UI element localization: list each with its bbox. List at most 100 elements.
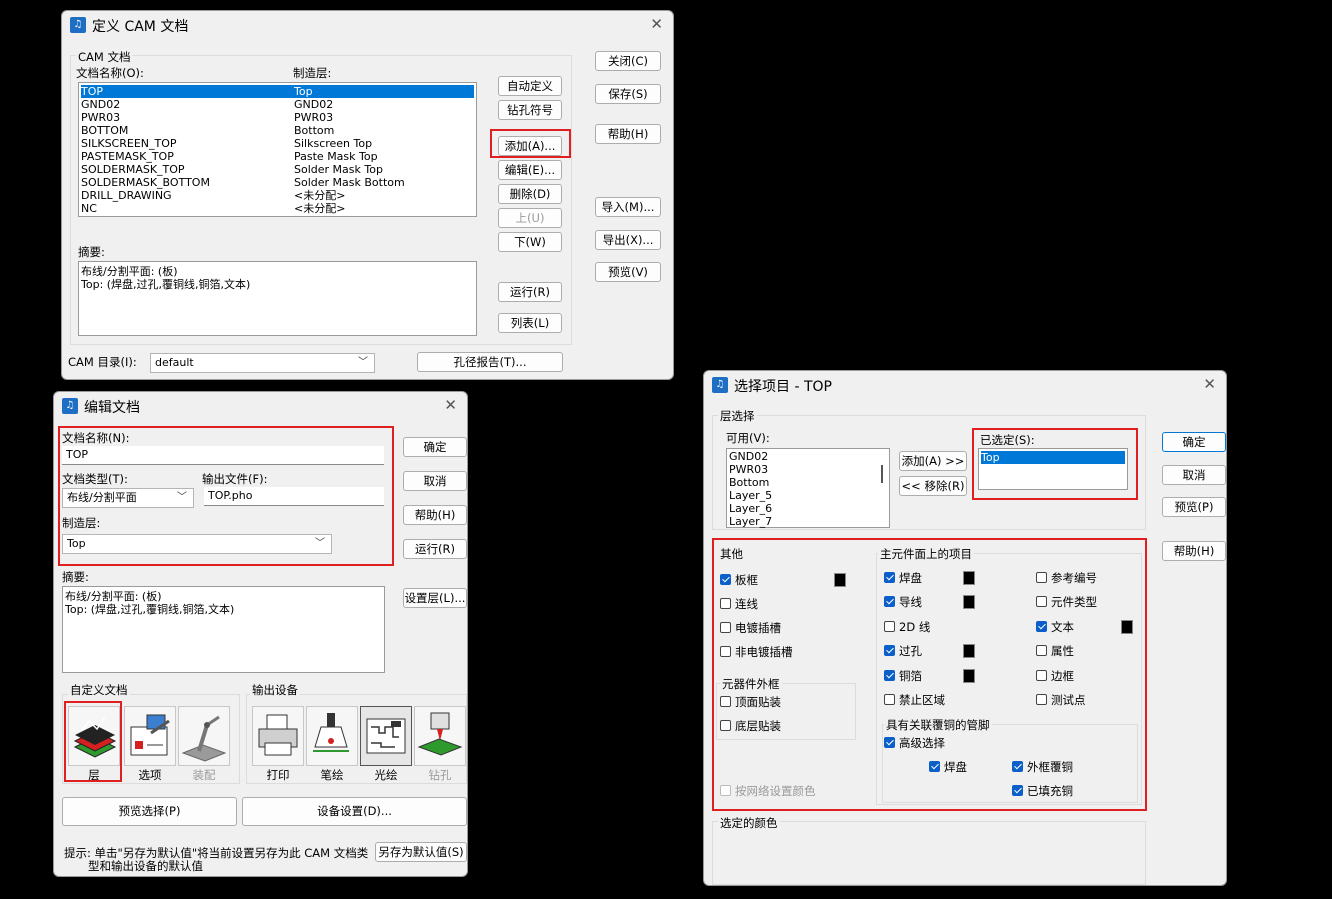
- document-layer: Solder Mask Bottom: [294, 176, 405, 189]
- run-button[interactable]: 运行(R): [403, 539, 467, 559]
- define-cam-document-dialog: ♫ 定义 CAM 文档 ✕ CAM 文档 文档名称(O): 制造层: TOP To…: [61, 10, 674, 380]
- pen-plot-tool[interactable]: [306, 706, 358, 766]
- pen-plotter-icon: [313, 713, 349, 752]
- cam-directory-select[interactable]: default ﹀: [150, 353, 375, 373]
- summary-line: 布线/分割平面: (板): [81, 265, 178, 278]
- document-layer: PWR03: [294, 111, 334, 124]
- edit-button[interactable]: 编辑(E)...: [498, 160, 562, 180]
- available-layer-item[interactable]: Layer_5: [729, 489, 875, 502]
- ok-button[interactable]: 确定: [403, 437, 467, 457]
- run-button[interactable]: 运行(R): [498, 282, 562, 302]
- document-row[interactable]: SOLDERMASK_TOP Solder Mask Top: [81, 163, 474, 176]
- document-name: BOTTOM: [81, 124, 129, 137]
- document-name: NC: [81, 202, 97, 215]
- highlight-layer-tool: [64, 701, 122, 782]
- window-title: 定义 CAM 文档: [92, 19, 189, 35]
- document-layer: Solder Mask Top: [294, 163, 383, 176]
- document-layer: <未分配>: [294, 189, 346, 202]
- document-row[interactable]: SILKSCREEN_TOP Silkscreen Top: [81, 137, 474, 150]
- document-row[interactable]: PWR03 PWR03: [81, 111, 474, 124]
- save-as-default-button[interactable]: 另存为默认值(S): [375, 842, 467, 862]
- assembly-icon: [181, 715, 227, 762]
- drill-symbol-button[interactable]: 钻孔符号: [498, 100, 562, 120]
- document-layer: <未分配>: [294, 202, 346, 215]
- save-button[interactable]: 保存(S): [595, 84, 661, 104]
- ok-button[interactable]: 确定: [1162, 432, 1226, 452]
- remove-layer-button[interactable]: << 移除(R): [899, 476, 967, 496]
- document-row[interactable]: SOLDERMASK_BOTTOM Solder Mask Bottom: [81, 176, 474, 189]
- device-setup-button[interactable]: 设备设置(D)...: [242, 797, 467, 826]
- auto-define-button[interactable]: 自动定义: [498, 76, 562, 96]
- available-layer-item[interactable]: PWR03: [729, 463, 875, 476]
- help-button[interactable]: 帮助(H): [403, 505, 467, 525]
- cam-directory-label: CAM 目录(I):: [68, 355, 137, 369]
- set-layer-button[interactable]: 设置层(L)...: [403, 588, 467, 608]
- available-layer-item[interactable]: GND02: [729, 450, 875, 463]
- summary-box: 布线/分割平面: (板) Top: (焊盘,过孔,覆铜线,铜箔,文本): [78, 261, 477, 336]
- list-button[interactable]: 列表(L): [498, 313, 562, 333]
- document-row[interactable]: BOTTOM Bottom: [81, 124, 474, 137]
- photo-plot-tool[interactable]: [360, 706, 412, 766]
- summary-box: 布线/分割平面: (板) Top: (焊盘,过孔,覆铜线,铜箔,文本): [62, 586, 385, 673]
- export-button[interactable]: 导出(X)...: [595, 230, 661, 250]
- document-name: SOLDERMASK_TOP: [81, 163, 185, 176]
- select-items-dialog: ♫ 选择项目 - TOP ✕ 层选择 可用(V): GND02 PWR03 Bott…: [703, 370, 1227, 886]
- document-layer: Bottom: [294, 124, 335, 137]
- document-row[interactable]: TOP Top: [81, 85, 474, 98]
- scrollbar[interactable]: [881, 465, 883, 483]
- hole-report-button[interactable]: 孔径报告(T)...: [417, 352, 563, 372]
- document-row[interactable]: NC <未分配>: [81, 202, 474, 215]
- available-layer-item[interactable]: Bottom: [729, 476, 875, 489]
- title-bar[interactable]: ♫ 编辑文档 ✕: [54, 392, 467, 420]
- tool-label-photo: 光绘: [374, 768, 398, 782]
- available-layers-list[interactable]: GND02 PWR03 Bottom Layer_5 Layer_6 Layer_7: [726, 448, 890, 528]
- delete-button[interactable]: 删除(D): [498, 184, 562, 204]
- import-button[interactable]: 导入(M)...: [595, 197, 661, 217]
- highlight-add: [490, 129, 571, 158]
- app-icon: ♫: [62, 398, 78, 414]
- available-layer-item[interactable]: Layer_7: [729, 515, 875, 528]
- add-layer-button[interactable]: 添加(A) >>: [899, 451, 967, 471]
- document-name: SOLDERMASK_BOTTOM: [81, 176, 210, 189]
- summary-line: Top: (焊盘,过孔,覆铜线,铜箔,文本): [65, 603, 235, 616]
- chevron-down-icon: ﹀: [358, 357, 368, 368]
- photo-plotter-icon: [366, 718, 406, 754]
- document-name: GND02: [81, 98, 121, 111]
- assembly-tool[interactable]: [178, 706, 230, 766]
- preview-button[interactable]: 预览(V): [595, 262, 661, 282]
- document-row[interactable]: DRILL_DRAWING <未分配>: [81, 189, 474, 202]
- summary-line: Top: (焊盘,过孔,覆铜线,铜箔,文本): [81, 278, 251, 291]
- layer-selection-label: 层选择: [718, 408, 757, 424]
- column-header-name: 文档名称(O):: [76, 66, 144, 80]
- preview-button[interactable]: 预览(P): [1162, 497, 1226, 517]
- tool-label-drill: 钻孔: [428, 768, 452, 782]
- close-icon[interactable]: ✕: [444, 396, 457, 414]
- options-tool[interactable]: [124, 706, 176, 766]
- available-layer-item[interactable]: Layer_6: [729, 502, 875, 515]
- help-button[interactable]: 帮助(H): [1162, 541, 1226, 561]
- document-list[interactable]: TOP Top GND02 GND02 PWR03 PWR03 BOTTOM Bottom SI…: [78, 82, 477, 217]
- highlight-selected-layers: [972, 428, 1138, 500]
- move-up-button[interactable]: 上(U): [498, 208, 562, 228]
- move-down-button[interactable]: 下(W): [498, 232, 562, 252]
- print-tool[interactable]: [252, 706, 304, 766]
- title-bar[interactable]: ♫ 选择项目 - TOP ✕: [704, 371, 1226, 399]
- document-layer: Paste Mask Top: [294, 150, 378, 163]
- tool-label-assembly: 装配: [192, 768, 216, 782]
- title-bar[interactable]: ♫ 定义 CAM 文档 ✕: [62, 11, 673, 39]
- cancel-button[interactable]: 取消: [1162, 465, 1226, 485]
- close-icon[interactable]: ✕: [650, 15, 663, 33]
- document-row[interactable]: PASTEMASK_TOP Paste Mask Top: [81, 150, 474, 163]
- custom-document-label: 自定义文档: [68, 682, 130, 698]
- hint-text-cont: 型和输出设备的默认值: [88, 859, 203, 873]
- help-button[interactable]: 帮助(H): [595, 124, 661, 144]
- close-icon[interactable]: ✕: [1203, 375, 1216, 393]
- cancel-button[interactable]: 取消: [403, 471, 467, 491]
- close-button[interactable]: 关闭(C): [595, 51, 661, 71]
- available-label: 可用(V):: [726, 431, 770, 445]
- window-title: 选择项目 - TOP: [734, 379, 832, 395]
- document-layer: GND02: [294, 98, 334, 111]
- preview-selection-button[interactable]: 预览选择(P): [62, 797, 237, 826]
- drill-tool[interactable]: [414, 706, 466, 766]
- document-row[interactable]: GND02 GND02: [81, 98, 474, 111]
